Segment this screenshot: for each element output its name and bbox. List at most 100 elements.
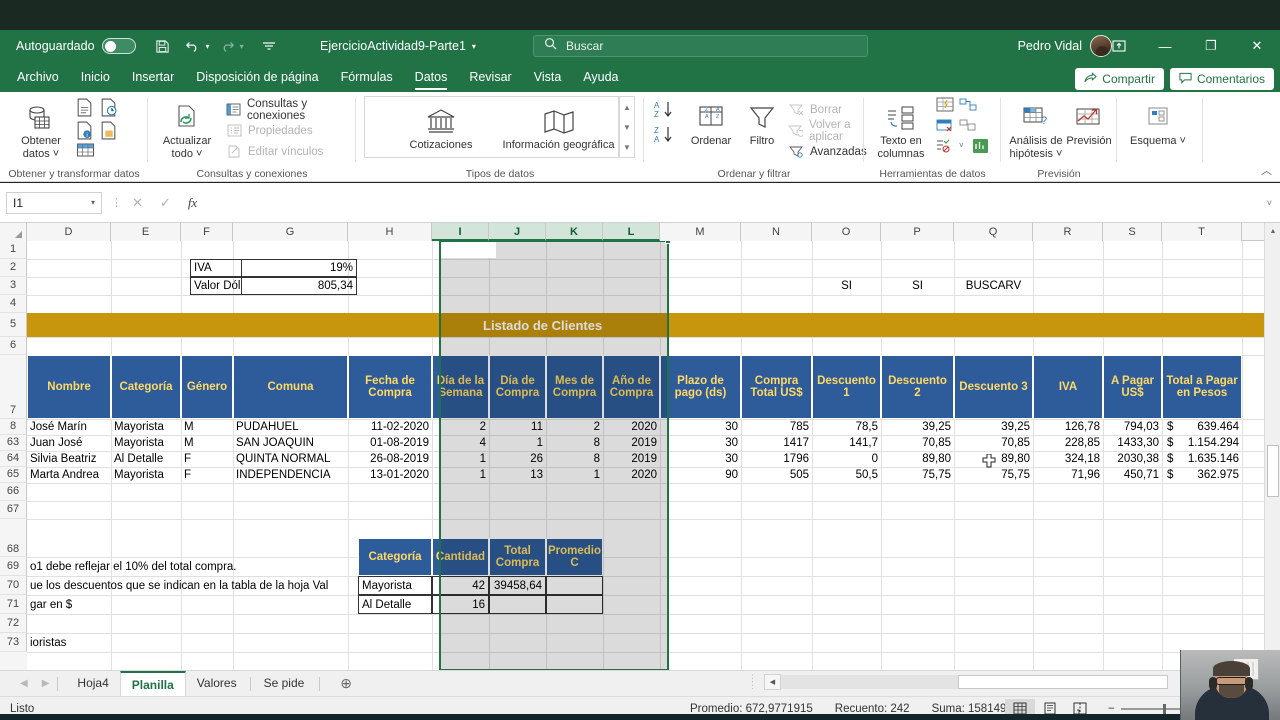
table-row[interactable]: Al Detalle — [111, 451, 181, 467]
relationships-icon[interactable] — [959, 97, 977, 118]
consolidate-icon[interactable] — [959, 118, 977, 139]
tab-datos[interactable]: Datos — [404, 62, 459, 92]
next-sheet-icon[interactable]: ▶ — [42, 678, 50, 689]
row-header-70[interactable]: 70 — [0, 576, 27, 595]
note-line-2[interactable]: ue los descuentos que se indican en la t… — [27, 576, 387, 595]
th-comuna[interactable]: Comuna — [233, 355, 348, 419]
column-header-D[interactable]: D — [27, 223, 111, 241]
table-row[interactable]: 1417 — [741, 435, 812, 451]
table-row[interactable]: 30 — [660, 435, 741, 451]
gallery-expand-icon[interactable]: ▼ — [623, 143, 631, 152]
table-row[interactable]: 2019 — [603, 451, 660, 467]
row-header-8[interactable]: 8 — [0, 419, 27, 435]
analisis-de-hipotesis-button[interactable]: ? Análisis de hipótesis ˅ — [1005, 96, 1067, 160]
table-row[interactable]: 30 — [660, 451, 741, 467]
th-fecha-de-compra[interactable]: Fecha de Compra — [348, 355, 432, 419]
table-row[interactable]: $ — [1164, 451, 1178, 467]
summary-row-mayorista-categoria[interactable]: Mayorista — [358, 576, 432, 595]
manage-data-model-icon[interactable] — [972, 138, 989, 159]
column-header-N[interactable]: N — [741, 223, 812, 241]
horizontal-scroll-thumb[interactable] — [958, 675, 1168, 689]
table-row[interactable]: 39,25 — [881, 419, 954, 435]
horizontal-scroll-track[interactable] — [781, 675, 1168, 689]
table-row[interactable]: 794,03 — [1103, 419, 1162, 435]
borrar-button[interactable]: Borrar — [788, 99, 867, 120]
param-dolar-value[interactable]: 805,34 — [241, 277, 357, 295]
table-row[interactable]: 2020 — [603, 467, 660, 483]
sheet-tab-hoja4[interactable]: Hoja4 — [66, 671, 119, 696]
table-row[interactable]: 4 — [432, 435, 489, 451]
th-iva[interactable]: IVA — [1033, 355, 1103, 419]
redo-icon[interactable] — [214, 34, 240, 58]
summary-th-promedio[interactable]: Promedio C — [546, 538, 603, 576]
summary-th-cantidad[interactable]: Cantidad — [432, 538, 489, 576]
flag-buscarv[interactable]: BUSCARV — [954, 277, 1033, 295]
table-row[interactable]: 11-02-2020 — [348, 419, 432, 435]
row-header-7[interactable]: 7 — [0, 355, 27, 419]
cancel-icon[interactable]: ✕ — [132, 195, 143, 211]
column-header-Q[interactable]: Q — [954, 223, 1033, 241]
insert-function-icon[interactable]: fx — [188, 195, 197, 211]
th-genero[interactable]: Género — [181, 355, 233, 419]
row-header-72[interactable]: 72 — [0, 614, 27, 633]
row-header-73[interactable]: 73 — [0, 633, 27, 652]
tab-ayuda[interactable]: Ayuda — [572, 62, 629, 92]
column-header-K[interactable]: K — [546, 223, 603, 241]
column-header-J[interactable]: J — [489, 223, 546, 241]
undo-icon[interactable] — [180, 34, 206, 58]
table-row[interactable]: 50,5 — [812, 467, 881, 483]
table-row[interactable]: Marta Andrea — [27, 467, 111, 483]
ribbon-display-options-icon[interactable] — [1096, 30, 1142, 62]
table-row[interactable]: 1.154.294 — [1178, 435, 1242, 451]
table-row[interactable]: M — [181, 435, 233, 451]
table-row[interactable]: 126,78 — [1033, 419, 1103, 435]
tab-archivo[interactable]: Archivo — [6, 62, 70, 92]
th-dia-de-la-semana[interactable]: Día de la Semana — [432, 355, 489, 419]
table-row[interactable]: 13-01-2020 — [348, 467, 432, 483]
share-button[interactable]: Compartir — [1075, 68, 1164, 90]
table-row[interactable]: Mayorista — [111, 467, 181, 483]
param-iva-value[interactable]: 19% — [241, 259, 357, 277]
table-row[interactable]: 450,71 — [1103, 467, 1162, 483]
search-input[interactable]: Buscar — [566, 39, 603, 53]
column-header-I[interactable]: I — [432, 223, 489, 241]
table-row[interactable]: 1 — [432, 467, 489, 483]
row-header-71[interactable]: 71 — [0, 595, 27, 614]
note-line-5[interactable]: ioristas — [27, 633, 327, 652]
row-header-6[interactable]: 6 — [0, 337, 27, 355]
data-tools-dropdown-icon[interactable]: ˅ — [959, 141, 964, 150]
table-row[interactable]: INDEPENDENCIA — [233, 467, 348, 483]
th-mes-de-compra[interactable]: Mes de Compra — [546, 355, 603, 419]
status-average[interactable]: Promedio: 672,9771915 — [690, 703, 813, 715]
table-row[interactable]: 1 — [546, 467, 603, 483]
sheet-canvas[interactable]: IVA 19% Valor Dóla 805,34 SI SI BUSCARV … — [27, 241, 1280, 670]
actualizar-todo-button[interactable]: Actualizar todo ˅ — [156, 96, 218, 160]
th-descuento-1[interactable]: Descuento 1 — [812, 355, 881, 419]
column-header-R[interactable]: R — [1033, 223, 1103, 241]
summary-row-mayorista-total-compra[interactable]: 39458,64 — [489, 576, 546, 595]
th-categoria[interactable]: Categoría — [111, 355, 181, 419]
editar-vinculos-button[interactable]: Editar vínculos — [226, 141, 356, 162]
table-row[interactable]: 639.464 — [1178, 419, 1242, 435]
table-row[interactable]: 2 — [432, 419, 489, 435]
autosave-toggle[interactable] — [101, 38, 136, 54]
formula-input[interactable] — [213, 192, 1267, 214]
table-row[interactable]: $ — [1164, 435, 1178, 451]
recent-sources-icon[interactable] — [100, 121, 117, 145]
table-row[interactable]: 362.975 — [1178, 467, 1242, 483]
table-row[interactable]: 90 — [660, 467, 741, 483]
table-row[interactable]: 01-08-2019 — [348, 435, 432, 451]
row-header-63[interactable]: 63 — [0, 435, 27, 451]
table-row[interactable]: 78,5 — [812, 419, 881, 435]
esquema-button[interactable]: Esquema ˅ — [1127, 96, 1189, 148]
sort-za-icon[interactable]: ZA — [653, 125, 675, 150]
th-plazo-de-pago[interactable]: Plazo de pago (ds) — [660, 355, 741, 419]
zoom-out-button[interactable]: − — [1108, 703, 1115, 715]
table-row[interactable]: José Marín — [27, 419, 111, 435]
row-header-65[interactable]: 65 — [0, 467, 27, 483]
tab-formulas[interactable]: Fórmulas — [330, 62, 404, 92]
table-row[interactable]: 89,80 — [881, 451, 954, 467]
table-row[interactable]: 13 — [489, 467, 546, 483]
table-row[interactable]: 324,18 — [1033, 451, 1103, 467]
table-row[interactable]: F — [181, 451, 233, 467]
